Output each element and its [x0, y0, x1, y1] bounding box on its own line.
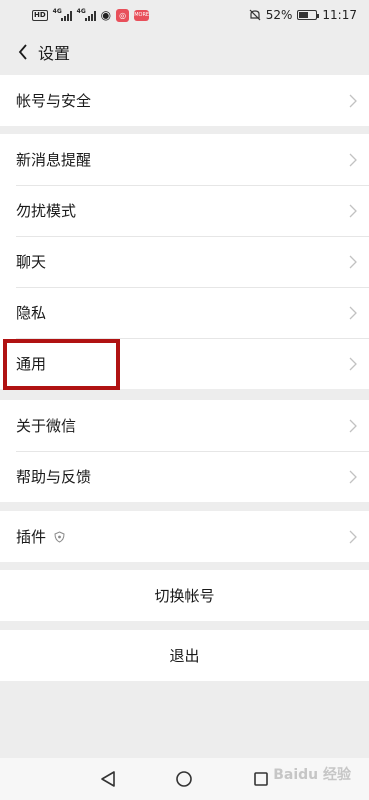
hd-icon: HD: [32, 9, 48, 21]
plugins-group: 插件: [0, 511, 369, 562]
highlight-box: [3, 339, 120, 390]
signal-icon: 4G: [53, 8, 72, 21]
account-security-item[interactable]: 帐号与安全: [0, 75, 369, 126]
chevron-right-icon: [349, 419, 357, 432]
cell-label: 插件: [16, 528, 47, 546]
chevron-right-icon: [349, 153, 357, 166]
status-time: 11:17: [322, 8, 357, 22]
plugins-item[interactable]: 插件: [0, 511, 369, 562]
cell-label: 隐私: [16, 304, 47, 322]
page-title: 设置: [38, 44, 71, 63]
nav-back-icon[interactable]: [99, 770, 117, 788]
cell-label: 帮助与反馈: [16, 468, 92, 486]
do-not-disturb-item[interactable]: 勿扰模式: [0, 185, 369, 236]
app-icon: MORE: [134, 9, 150, 21]
chevron-right-icon: [349, 306, 357, 319]
cell-label: 新消息提醒: [16, 151, 92, 169]
plugin-shield-icon: [54, 530, 65, 543]
mute-icon: [249, 9, 261, 21]
about-group: 关于微信 帮助与反馈: [0, 400, 369, 502]
cell-label: 聊天: [16, 253, 47, 271]
help-feedback-item[interactable]: 帮助与反馈: [0, 451, 369, 502]
logout-button[interactable]: 退出: [0, 630, 369, 681]
about-wechat-item[interactable]: 关于微信: [0, 400, 369, 451]
status-bar: HD 4G 4G ◉ ◎ MORE 52% 11:17: [0, 0, 369, 30]
chevron-right-icon: [349, 94, 357, 107]
switch-account-button[interactable]: 切换帐号: [0, 570, 369, 621]
chat-item[interactable]: 聊天: [0, 236, 369, 287]
status-right: 52% 11:17: [249, 8, 357, 22]
nav-home-icon[interactable]: [175, 770, 193, 788]
app-icon: ◎: [116, 8, 130, 22]
account-group: 帐号与安全: [0, 75, 369, 126]
logout-group: 退出: [0, 630, 369, 681]
chevron-right-icon: [349, 204, 357, 217]
switch-account-group: 切换帐号: [0, 570, 369, 621]
chevron-right-icon: [349, 470, 357, 483]
chevron-right-icon: [349, 530, 357, 543]
chevron-right-icon: [349, 255, 357, 268]
chevron-right-icon: [349, 357, 357, 370]
back-arrow-icon[interactable]: [8, 30, 38, 74]
plugin-label-wrap: 插件: [16, 526, 65, 547]
signal-icon: 4G: [77, 8, 96, 21]
battery-percent: 52%: [265, 8, 293, 22]
status-left: HD 4G 4G ◉ ◎ MORE: [32, 8, 150, 22]
nav-recents-icon[interactable]: [252, 770, 270, 788]
battery-icon: [297, 10, 320, 20]
cell-label: 帐号与安全: [16, 92, 92, 110]
cell-label: 关于微信: [16, 417, 77, 435]
new-message-notify-item[interactable]: 新消息提醒: [0, 134, 369, 185]
privacy-item[interactable]: 隐私: [0, 287, 369, 338]
watermark: Baidu 经验: [273, 767, 351, 783]
cell-label: 勿扰模式: [16, 202, 77, 220]
header: 设置: [0, 30, 369, 74]
eye-icon: ◉: [100, 8, 112, 22]
